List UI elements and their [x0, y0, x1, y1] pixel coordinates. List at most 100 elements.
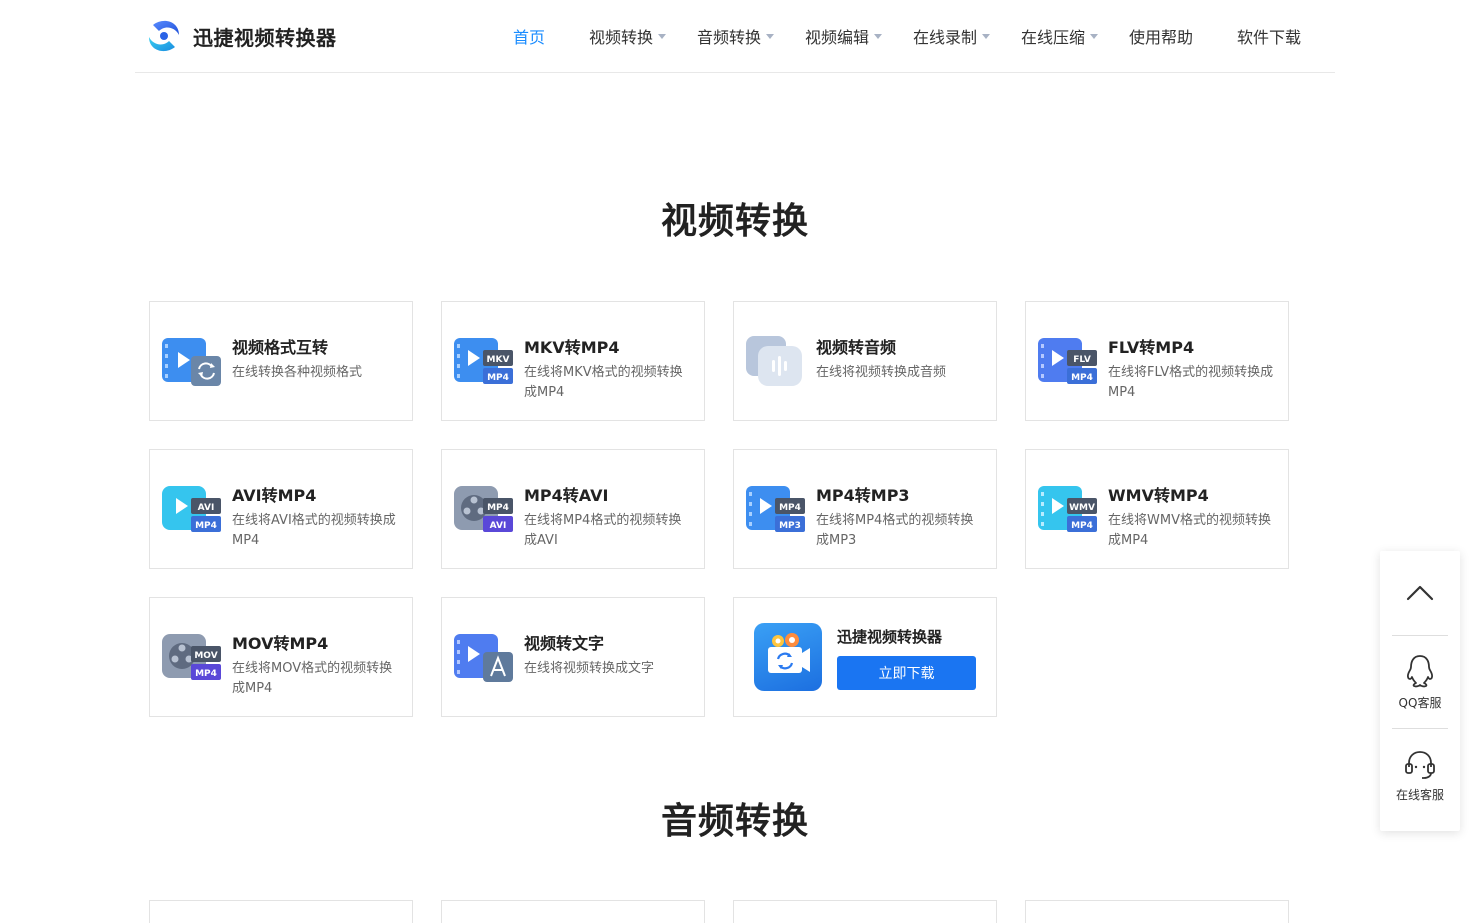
mp4-to-avi-icon-from: MP4: [487, 503, 509, 513]
card-mp4-to-avi[interactable]: MP4 AVI MP4转AVI 在线将MP4格式的视频转换成AVI: [441, 449, 705, 569]
promo-title: 迅捷视频转换器: [837, 628, 943, 646]
brand[interactable]: 迅捷视频转换器: [145, 16, 337, 56]
flv-to-mp4-icon: FLV MP4: [1038, 338, 1097, 384]
nav-online-compress[interactable]: 在线压缩: [1021, 24, 1099, 48]
card-video-format-convert[interactable]: 视频格式互转 在线转换各种视频格式: [149, 301, 413, 421]
nav-video-edit[interactable]: 视频编辑: [805, 24, 883, 48]
nav-home-label: 首页: [513, 28, 546, 47]
card-avi-to-mp4[interactable]: AVI MP4 AVI转MP4 在线将AVI格式的视频转换成MP4: [149, 449, 413, 569]
app-icon: [754, 623, 822, 691]
wmv-to-mp4-icon-to: MP4: [1071, 521, 1093, 531]
header-divider: [135, 72, 1335, 73]
avi-to-mp4-icon-to: MP4: [195, 521, 217, 531]
card-desc: 在线将视频转换成音频: [816, 365, 947, 380]
divider: [1392, 728, 1448, 729]
wmv-to-mp4-icon-from: WMV: [1069, 503, 1095, 513]
online-service-button[interactable]: 在线客服: [1380, 745, 1460, 825]
qq-service-button[interactable]: QQ客服: [1380, 651, 1460, 731]
mp4-to-mp3-icon-from: MP4: [779, 503, 801, 513]
card-video-to-audio[interactable]: 视频转音频 在线将视频转换成音频: [733, 301, 997, 421]
section-title-video: 视频转换: [660, 201, 809, 242]
card-title: MKV转MP4: [524, 338, 620, 357]
video-format-convert-icon: [162, 338, 221, 386]
floating-service-bar: QQ客服 在线客服: [1380, 551, 1460, 831]
brand-logo-icon: [149, 20, 179, 52]
divider: [1392, 635, 1448, 636]
card-desc: 在线将FLV格式的视频转换成MP4: [1108, 365, 1274, 400]
card-desc: 在线将视频转换成文字: [524, 661, 655, 676]
nav-online-record-label: 在线录制: [913, 28, 978, 47]
nav-video-edit-label: 视频编辑: [805, 28, 870, 47]
caret-down-icon: [1090, 34, 1099, 39]
flv-to-mp4-icon-from: FLV: [1073, 355, 1091, 365]
nav-video-convert[interactable]: 视频转换: [589, 24, 667, 48]
headset-icon: [1405, 751, 1435, 779]
card-desc: 在线将MKV格式的视频转换成MP4: [524, 365, 683, 400]
card-title: MP4转AVI: [524, 486, 609, 505]
nav-help[interactable]: 使用帮助: [1129, 24, 1193, 48]
card-desc: 在线转换各种视频格式: [232, 365, 363, 380]
download-now-button[interactable]: 立即下载: [837, 656, 976, 690]
card-mp4-to-mp3[interactable]: MP4 MP3 MP4转MP3 在线将MP4格式的视频转换成MP3: [733, 449, 997, 569]
mp4-to-mp3-icon: MP4 MP3: [746, 486, 805, 532]
section-title-audio: 音频转换: [660, 801, 809, 842]
mp4-to-mp3-icon-to: MP3: [779, 521, 801, 531]
nav-online-compress-label: 在线压缩: [1021, 28, 1086, 47]
card-desc: 在线将MP4格式的视频转换成MP3: [816, 513, 974, 548]
card-desc: 在线将MOV格式的视频转换成MP4: [232, 661, 393, 696]
card-audio-4[interactable]: [1025, 900, 1289, 923]
card-title: WMV转MP4: [1108, 486, 1209, 505]
card-desc: 在线将AVI格式的视频转换成MP4: [232, 513, 396, 548]
flv-to-mp4-icon-to: MP4: [1071, 373, 1093, 383]
nav-download[interactable]: 软件下载: [1237, 24, 1301, 48]
card-desc: 在线将MP4格式的视频转换成AVI: [524, 513, 682, 548]
caret-down-icon: [874, 34, 883, 39]
mp4-to-avi-icon-to: AVI: [490, 521, 507, 531]
mov-to-mp4-icon-from: MOV: [194, 651, 217, 661]
caret-down-icon: [982, 34, 991, 39]
nav-audio-convert[interactable]: 音频转换: [697, 24, 775, 48]
video-to-audio-icon: [746, 336, 802, 386]
card-title: AVI转MP4: [232, 486, 317, 505]
video-to-text-icon: [454, 634, 513, 682]
mkv-to-mp4-icon: MKV MP4: [454, 338, 513, 384]
online-service-label: 在线客服: [1395, 788, 1444, 802]
nav-online-record[interactable]: 在线录制: [913, 24, 991, 48]
card-mkv-to-mp4[interactable]: MKV MP4 MKV转MP4 在线将MKV格式的视频转换成MP4: [441, 301, 705, 421]
brand-name: 迅捷视频转换器: [193, 25, 337, 50]
card-mov-to-mp4[interactable]: MOV MP4 MOV转MP4 在线将MOV格式的视频转换成MP4: [149, 597, 413, 717]
card-title: FLV转MP4: [1108, 338, 1195, 357]
site-header: 迅捷视频转换器 首页 视频转换 音频转换 视频编辑 在线录制 在线压缩 使用帮助: [0, 0, 1470, 73]
caret-down-icon: [766, 34, 775, 39]
avi-to-mp4-icon-from: AVI: [198, 503, 215, 513]
card-video-to-text[interactable]: 视频转文字 在线将视频转换成文字: [441, 597, 705, 717]
card-title: 视频转文字: [524, 634, 605, 653]
nav-video-convert-label: 视频转换: [589, 28, 654, 47]
card-desc: 在线将WMV格式的视频转换成MP4: [1108, 513, 1271, 548]
card-title: 视频转音频: [816, 338, 897, 357]
back-to-top-button[interactable]: [1380, 551, 1460, 635]
card-flv-to-mp4[interactable]: FLV MP4 FLV转MP4 在线将FLV格式的视频转换成MP4: [1025, 301, 1289, 421]
chevron-up-icon: [1406, 585, 1434, 601]
mkv-to-mp4-icon-from: MKV: [487, 355, 510, 365]
qq-icon: [1407, 655, 1433, 688]
card-wmv-to-mp4[interactable]: WMV MP4 WMV转MP4 在线将WMV格式的视频转换成MP4: [1025, 449, 1289, 569]
camera-app-icon: [768, 633, 810, 673]
card-title: MP4转MP3: [816, 486, 910, 505]
nav-download-label: 软件下载: [1237, 28, 1302, 47]
card-audio-3[interactable]: [733, 900, 997, 923]
card-audio-1[interactable]: [149, 900, 413, 923]
mov-to-mp4-icon-to: MP4: [195, 669, 217, 679]
mp4-to-avi-icon: MP4 AVI: [454, 486, 513, 532]
card-title: MOV转MP4: [232, 634, 329, 653]
avi-to-mp4-icon: AVI MP4: [162, 486, 221, 532]
wmv-to-mp4-icon: WMV MP4: [1038, 486, 1097, 532]
nav-help-label: 使用帮助: [1129, 28, 1194, 47]
caret-down-icon: [658, 34, 667, 39]
card-promo-download: 迅捷视频转换器 立即下载: [733, 597, 997, 717]
card-audio-2[interactable]: [441, 900, 705, 923]
mkv-to-mp4-icon-to: MP4: [487, 373, 509, 383]
nav-home[interactable]: 首页: [513, 24, 545, 48]
qq-service-label: QQ客服: [1398, 696, 1442, 710]
mov-to-mp4-icon: MOV MP4: [162, 634, 221, 680]
